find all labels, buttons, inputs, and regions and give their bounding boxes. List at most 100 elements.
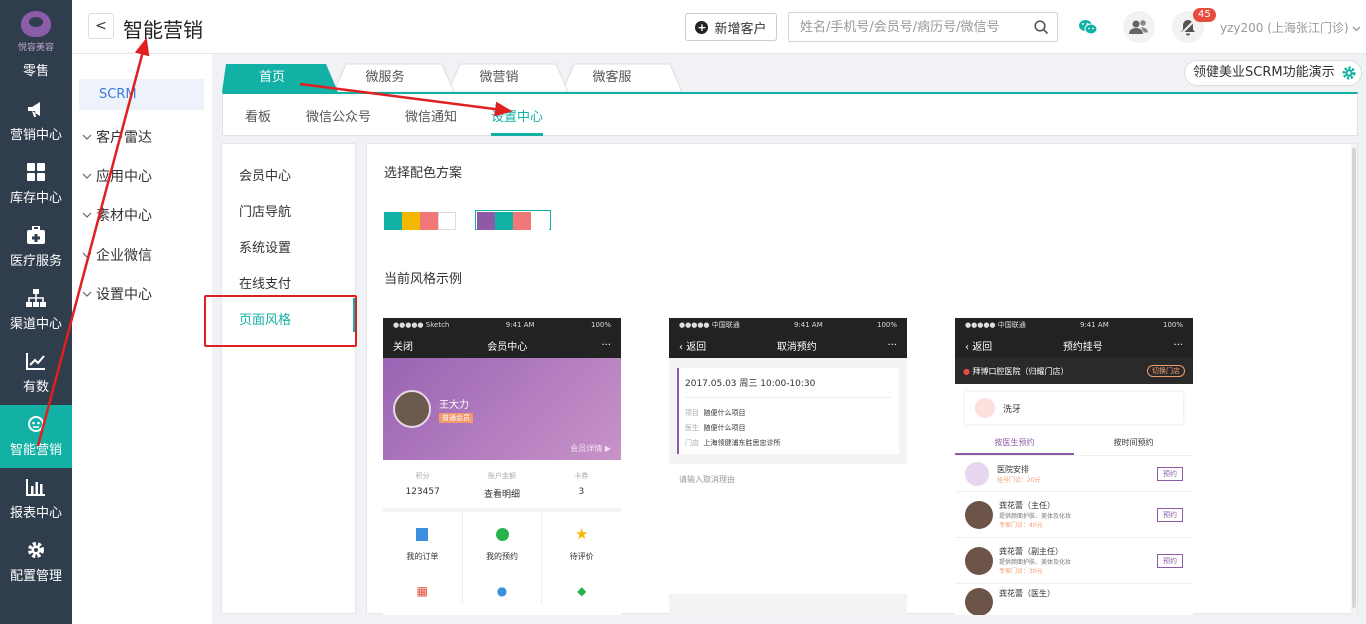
stat-coupons: 卡券 3 [542,460,621,508]
doctor-name: 龚花蕾（主任） [999,501,1055,510]
chevron-down-icon [82,252,92,258]
nav-item-label: 营销中心 [9,128,62,143]
status-battery: 100% [876,321,897,329]
scrm-demo-button[interactable]: 领健美业SCRM功能演示 [1184,60,1362,86]
subtab-official-account[interactable]: 微信公众号 [306,106,371,125]
action-to-review: ★ 待评价 [542,512,621,574]
team-icon [1129,20,1148,34]
stat-label: 账户金额 [487,472,516,480]
location-pin-icon: ● [963,366,970,376]
user-menu[interactable]: yzy200 (上海张江门诊) [1220,19,1361,36]
order-icon [416,528,429,541]
nav-item-label: 医疗服务 [9,254,62,269]
stat-points: 积分 123457 [383,460,462,508]
sidebar-item-settings-center[interactable]: 设置中心 [82,284,152,304]
cancel-reason-field: 请输入取消理由 [669,464,907,594]
search-icon[interactable] [1034,20,1049,35]
wechat-icon [1079,20,1098,35]
annotation-highlight-box [204,295,357,347]
doctor-avatar [965,500,993,529]
nav-item-reports[interactable]: 报表中心 [0,468,72,531]
scrollbar[interactable] [1351,144,1357,615]
sidebar-item-scrm[interactable]: SCRM [79,79,204,110]
status-time: 9:41 AM [505,321,535,329]
nav-item-marketing-center[interactable]: 营销中心 [0,90,72,153]
swatch-color [513,212,531,230]
tab-micro-marketing[interactable]: 微营销 [459,64,539,92]
active-tab-indicator [491,133,543,136]
menu-item-online-payment[interactable]: 在线支付 [239,273,291,292]
stat-value: 3 [578,487,585,497]
subtab-settings-center[interactable]: 设置中心 [491,106,543,125]
nav-item-smart-marketing[interactable]: 智能营销 [0,405,72,468]
add-customer-button[interactable]: + 新增客户 [685,13,777,41]
scrollbar-thumb[interactable] [1352,148,1356,608]
sub-sidebar: SCRM 客户雷达 应用中心 素材中心 企业微信 设置中心 [72,54,212,624]
preview-member-center: ●●●●● Sketch 9:41 AM 100% 关闭 会员中心 ··· 王大力 普通… [383,318,621,615]
status-carrier: ●●●●● 中国联通 [965,321,1026,329]
row-key: 门店 [685,439,699,447]
phone-header: 关闭 会员中心 ··· [383,332,621,358]
preview-cancel-appointment: ●●●●● 中国联通 9:41 AM 100% ‹ 返回 取消预约 ··· 2017.0… [669,318,907,615]
nav-item-label: 有数 [22,380,49,395]
wechat-button[interactable] [1072,11,1104,43]
doctor-avatar [965,461,989,486]
clinic-label: 拜博口腔医院（归耀门店） [972,366,1069,376]
phone-title: 预约挂号 [1062,341,1103,353]
tab-micro-customer-service[interactable]: 微客服 [572,64,652,92]
team-button[interactable] [1123,11,1155,43]
menu-item-member-center[interactable]: 会员中心 [239,165,291,184]
swatch-color [495,212,513,230]
nav-item-label: 零售 [22,64,49,79]
subtab-wechat-notice[interactable]: 微信通知 [405,106,457,125]
stat-label: 积分 [415,472,430,480]
member-details-link: 会员详情 ▶ [570,444,611,453]
stat-balance: 账户金额 查看明细 [462,460,541,508]
menu-item-system-settings[interactable]: 系统设置 [239,237,291,256]
search-input[interactable] [789,13,1024,41]
sidebar-item-app-center[interactable]: 应用中心 [82,166,152,186]
tab-home[interactable]: 首页 [232,64,312,92]
sidebar-item-label: 设置中心 [96,287,152,303]
member-level: 普通会员 [439,413,473,423]
appointment-row: 医生 随便什么项目 [685,421,891,436]
action-my-orders: 我的订单 [383,512,463,574]
logo-text: 悦容美容 [17,43,54,53]
bell-off-icon [1180,19,1196,36]
booking-tabs: 按医生预约 按时间预约 [955,432,1193,456]
doctor-info: 龚花蕾（主任） 提供颜面护肤、美体及化妆 专家门诊：40元 [999,500,1157,529]
swatch-color [420,212,438,230]
color-scheme-option-1[interactable] [384,212,456,232]
doctor-name: 医院安排 [997,464,1029,474]
avatar [393,390,431,428]
menu-item-store-nav[interactable]: 门店导航 [239,201,291,220]
nav-item-retail[interactable]: 零售 [0,60,72,90]
sidebar-item-customer-radar[interactable]: 客户雷达 [82,127,152,147]
back-button[interactable]: < [88,13,114,39]
phone-back-label: 返回 [686,341,707,353]
color-scheme-option-2[interactable] [475,210,551,230]
swatch-color [438,212,456,230]
status-carrier: ●●●●● 中国联通 [679,321,740,329]
nav-item-medical[interactable]: 医疗服务 [0,216,72,279]
clock-icon [495,528,509,541]
nav-item-analytics[interactable]: 有数 [0,342,72,405]
gear-icon [28,542,44,558]
doctor-fee: 专家门诊：30元 [999,568,1043,575]
user-name: yzy200 (上海张江门诊) [1220,21,1349,35]
sidebar-item-label: 素材中心 [96,208,152,224]
nav-item-channel[interactable]: 渠道中心 [0,279,72,342]
nav-item-inventory[interactable]: 库存中心 [0,153,72,216]
org-chart-icon [26,289,46,307]
doctor-row: 龚花蕾（副主任） 提供颜面护肤、美体及化妆 专家门诊：30元 预约 [955,538,1193,584]
stat-label: 卡券 [574,472,589,480]
subtab-dashboard[interactable]: 看板 [245,106,271,125]
sidebar-item-enterprise-wechat[interactable]: 企业微信 [82,245,152,265]
tab-micro-service[interactable]: 微服务 [345,64,425,92]
preview-book-registration: ●●●●● 中国联通 9:41 AM 100% ‹ 返回 预约挂号 ··· ● 拜博口腔… [955,318,1193,615]
phone-status-bar: ●●●●● Sketch 9:41 AM 100% [383,318,621,332]
sidebar-item-material-center[interactable]: 素材中心 [82,205,152,225]
book-button: 预约 [1157,507,1183,522]
doctor-row: 龚花蕾（主任） 提供颜面护肤、美体及化妆 专家门诊：40元 预约 [955,492,1193,538]
nav-item-config[interactable]: 配置管理 [0,531,72,594]
